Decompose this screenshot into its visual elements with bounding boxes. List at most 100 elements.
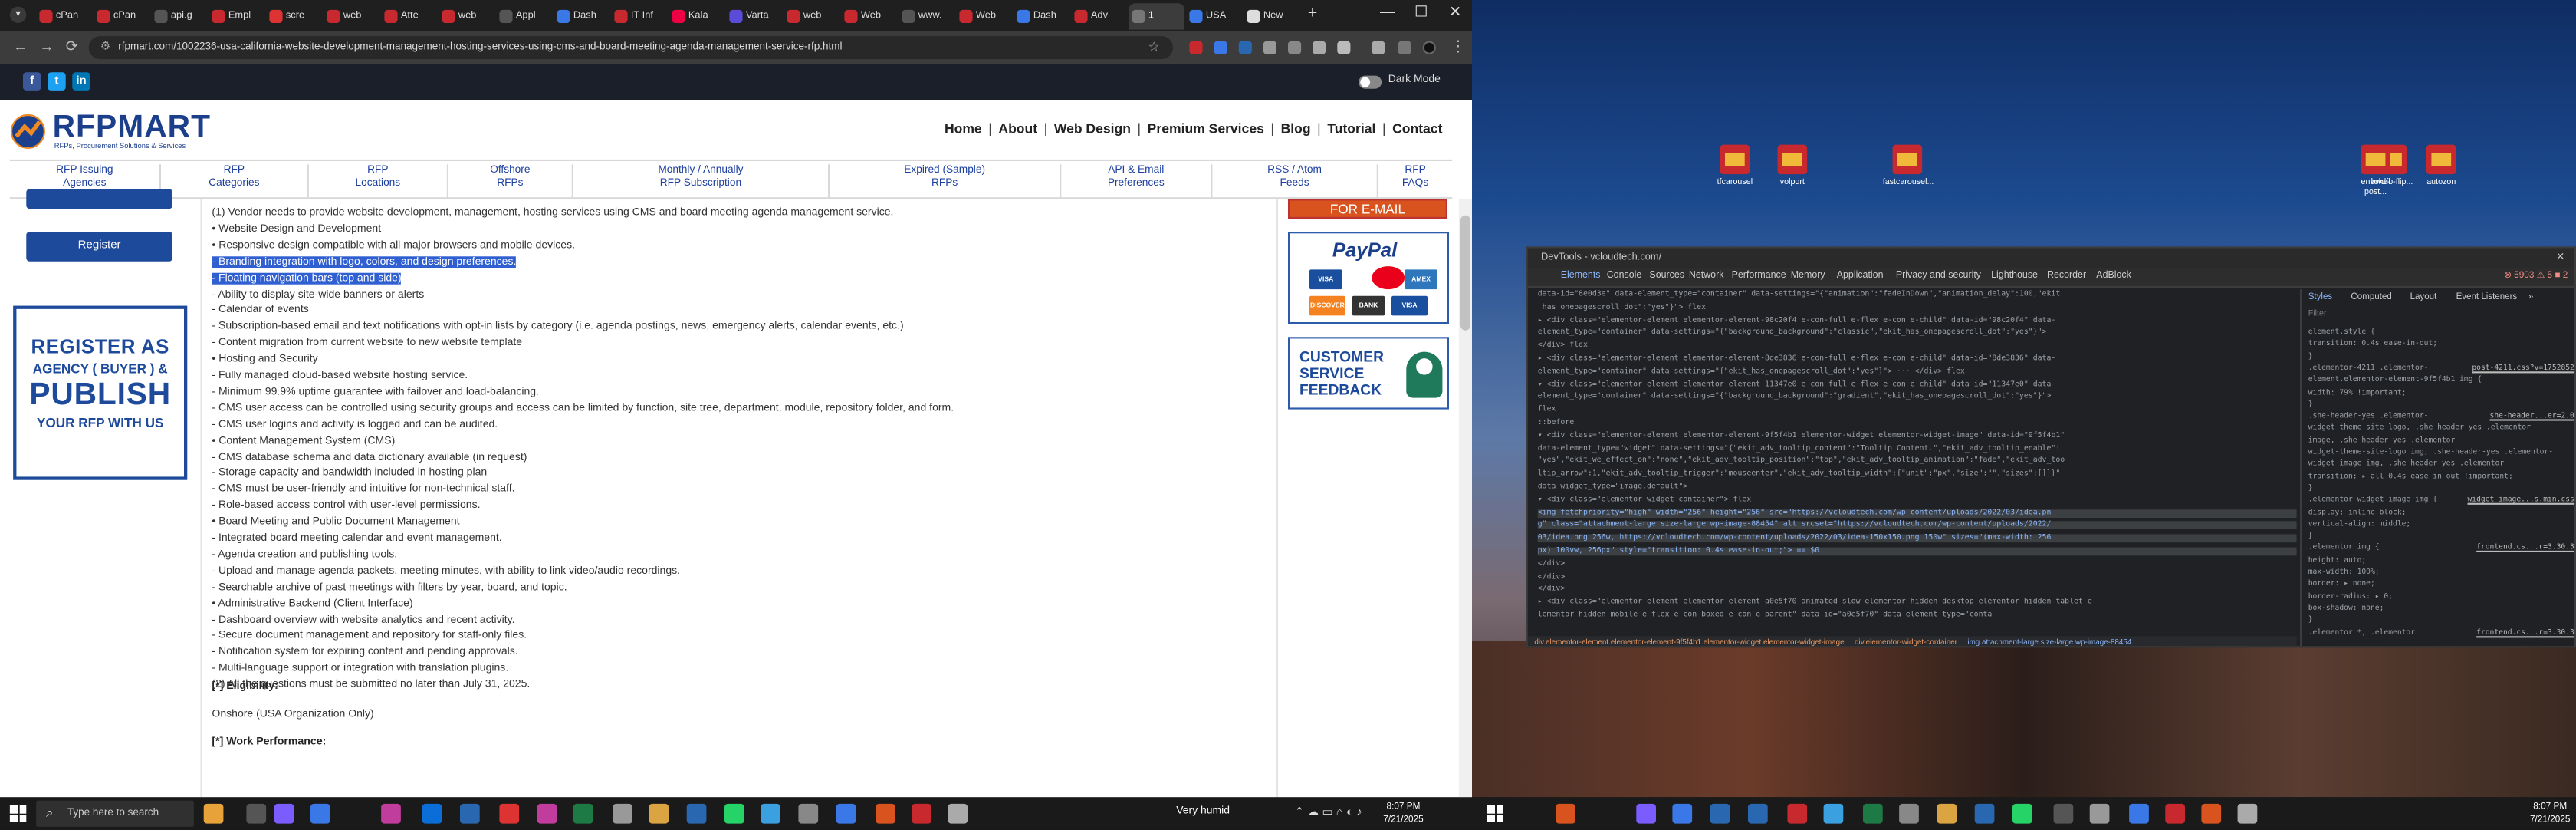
extensions-puzzle-icon[interactable]: [1337, 41, 1351, 54]
dom-node-line[interactable]: <img fetchpriority="high" width="256" he…: [1537, 509, 2297, 518]
dom-node-line[interactable]: element_type="container" data-settings="…: [1538, 394, 2052, 402]
taskbar-app-icon[interactable]: [798, 803, 819, 824]
system-tray-icons[interactable]: ⌃ ☁ ▭ ⌂ ◐ ♪: [1295, 805, 1362, 818]
desktop-shortcut[interactable]: volport: [1768, 144, 1817, 187]
taskbar-search[interactable]: ⌕ Type here to search: [36, 800, 194, 827]
devtools-tab[interactable]: Recorder: [2047, 272, 2086, 282]
register-agency-banner[interactable]: REGISTER AS AGENCY ( BUYER ) & PUBLISH Y…: [13, 305, 188, 480]
dom-node-line[interactable]: ▾ <div class="elementor-element elemento…: [1538, 380, 2056, 389]
css-rule-line[interactable]: height: auto;: [2308, 557, 2367, 565]
clock[interactable]: 8:07 PM 7/21/2025: [1383, 801, 1423, 827]
page-scrollbar[interactable]: [1458, 199, 1472, 798]
dom-node-line[interactable]: _has_onepagescroll_dot":"yes"}"> flex: [1538, 304, 1706, 312]
browser-tab[interactable]: IT Inf: [611, 3, 667, 29]
rfpmart-logo-icon[interactable]: [10, 114, 46, 150]
extension-icon[interactable]: [1214, 41, 1227, 54]
dom-node-line[interactable]: "yes","ekit_we_effect_on":"none","ekit_a…: [1538, 458, 2065, 466]
styles-subtab[interactable]: Layout: [2410, 292, 2437, 302]
css-rule-line[interactable]: vertical-align: middle;: [2308, 521, 2411, 529]
browser-tab[interactable]: web: [324, 3, 380, 29]
dom-node-line[interactable]: element_type="container" data-settings="…: [1538, 368, 1965, 377]
browser-tab[interactable]: Varta: [726, 3, 782, 29]
minimize-button[interactable]: —: [1380, 3, 1395, 19]
main-nav-link[interactable]: Home: [945, 122, 982, 137]
dom-node-line[interactable]: ::before: [1538, 419, 1574, 427]
dom-node-line[interactable]: 03/idea.png 256w, https://vcloudtech.com…: [1537, 534, 2297, 543]
facebook-icon[interactable]: f: [23, 72, 41, 91]
css-rule-line[interactable]: .elementor img {: [2308, 545, 2380, 553]
twitter-icon[interactable]: t: [48, 72, 66, 91]
dom-node-line[interactable]: ▸ <div class="elementor-element elemento…: [1538, 598, 2092, 607]
windows-start-icon[interactable]: [9, 805, 27, 822]
taskbar-app-icon[interactable]: [1899, 803, 1919, 824]
styles-subtab[interactable]: »: [2528, 292, 2533, 302]
dom-node-line[interactable]: data-id="8e0d3e" data-element_type="cont…: [1538, 291, 2061, 299]
taskbar-app-icon[interactable]: [1863, 803, 1883, 824]
dom-node-line[interactable]: </div> flex: [1538, 342, 1588, 351]
dom-node-line[interactable]: data-element_type="widget" data-settings…: [1538, 445, 2061, 453]
css-rule-line[interactable]: .she-header-yes .elementor-: [2308, 413, 2429, 421]
browser-tab[interactable]: cPan: [94, 3, 150, 29]
styles-subtab[interactable]: Styles: [2308, 292, 2332, 302]
browser-tab[interactable]: Empl: [209, 3, 264, 29]
taskbar-app-icon[interactable]: [1672, 803, 1693, 824]
site-info-icon[interactable]: ⚙: [100, 39, 110, 53]
taskbar-app-icon[interactable]: [1556, 803, 1576, 824]
extension-icon[interactable]: [1288, 41, 1302, 54]
css-rule-line[interactable]: widget-theme-site-logo, .she-header-yes …: [2308, 425, 2535, 433]
taskbar-app-icon[interactable]: [2013, 803, 2032, 824]
main-nav-link[interactable]: Web Design: [1054, 122, 1131, 137]
bookmark-star-icon[interactable]: ☆: [1148, 39, 1159, 54]
css-rule-line[interactable]: element.elementor-element-9f5f4b1 img {: [2308, 377, 2482, 385]
browser-tab[interactable]: scre: [266, 3, 322, 29]
category-nav-item[interactable]: RSS / Atom Feeds: [1212, 164, 1378, 198]
taskbar-app-icon[interactable]: [1710, 803, 1730, 824]
css-rule-line[interactable]: image, .she-header-yes .elementor-: [2308, 436, 2459, 445]
browser-tab[interactable]: cPan: [36, 3, 92, 29]
taskbar-app-icon[interactable]: [761, 803, 780, 824]
css-rule-line[interactable]: transition: 0.4s ease-in-out;: [2308, 341, 2437, 349]
main-nav-link[interactable]: Blog: [1281, 122, 1311, 137]
browser-tab[interactable]: web: [784, 3, 840, 29]
extension-icon[interactable]: [1189, 41, 1203, 54]
main-nav-link[interactable]: Contact: [1392, 122, 1442, 137]
taskbar-app-icon[interactable]: [1787, 803, 1808, 824]
dom-node-line[interactable]: lementor-hidden-mobile e-flex e-con-boxe…: [1538, 611, 1993, 620]
new-tab-button[interactable]: +: [1308, 5, 1318, 23]
taskbar-app-icon[interactable]: [2165, 803, 2185, 824]
browser-tab[interactable]: web: [439, 3, 495, 29]
taskbar-app-icon[interactable]: [203, 803, 224, 824]
windows-start-icon[interactable]: [1487, 805, 1503, 822]
devtools-tab[interactable]: Application: [1837, 272, 1884, 282]
dom-node-line[interactable]: </div>: [1538, 573, 1566, 581]
crumb[interactable]: div.elementor-element.elementor-element-…: [1534, 637, 1844, 646]
css-rule-line[interactable]: max-width: 100%;: [2308, 568, 2380, 577]
taskbar-app-icon[interactable]: [1937, 803, 1957, 824]
browser-tab[interactable]: Dash: [554, 3, 610, 29]
taskbar-app-icon[interactable]: [2089, 803, 2110, 824]
css-source-link[interactable]: widget-image...s.min.css: [2468, 497, 2574, 506]
paypal-banner[interactable]: PayPal VISA AMEX DISCOVER BANK VISA: [1288, 232, 1449, 324]
category-nav-item[interactable]: Monthly / Annually RFP Subscription: [573, 164, 830, 198]
taskbar-app-icon[interactable]: [2129, 803, 2149, 824]
dom-node-line[interactable]: element_type="container" data-settings="…: [1538, 329, 2047, 338]
category-nav-item[interactable]: RFP Locations: [309, 164, 449, 198]
taskbar-app-icon[interactable]: [310, 803, 330, 824]
css-rule-line[interactable]: .elementor-4211 .elementor-: [2308, 364, 2429, 373]
css-rule-line[interactable]: }: [2308, 617, 2313, 625]
dom-node-line[interactable]: </div>: [1538, 560, 1566, 568]
url-text[interactable]: rfpmart.com/1002236-usa-california-websi…: [118, 41, 842, 53]
css-source-link[interactable]: she-header...er=2.0: [2490, 413, 2574, 421]
taskbar-app-icon[interactable]: [573, 803, 593, 824]
reload-button[interactable]: ⟳: [66, 38, 78, 56]
category-nav-item[interactable]: Expired (Sample) RFPs: [830, 164, 1062, 198]
crumb[interactable]: img.attachment-large.size-large.wp-image…: [1967, 637, 2131, 646]
css-rule-line[interactable]: }: [2308, 353, 2313, 361]
browser-tab[interactable]: USA: [1186, 3, 1242, 29]
category-nav-item[interactable]: Offshore RFPs: [449, 164, 573, 198]
extension-icon[interactable]: [1313, 41, 1326, 54]
dom-node-line[interactable]: flex: [1538, 407, 1556, 415]
desktop-shortcut[interactable]: tfcarousel: [1710, 144, 1760, 187]
css-rule-line[interactable]: }: [2308, 485, 2313, 493]
dom-node-line[interactable]: ▾ <div class="elementor-element elemento…: [1538, 432, 2065, 440]
